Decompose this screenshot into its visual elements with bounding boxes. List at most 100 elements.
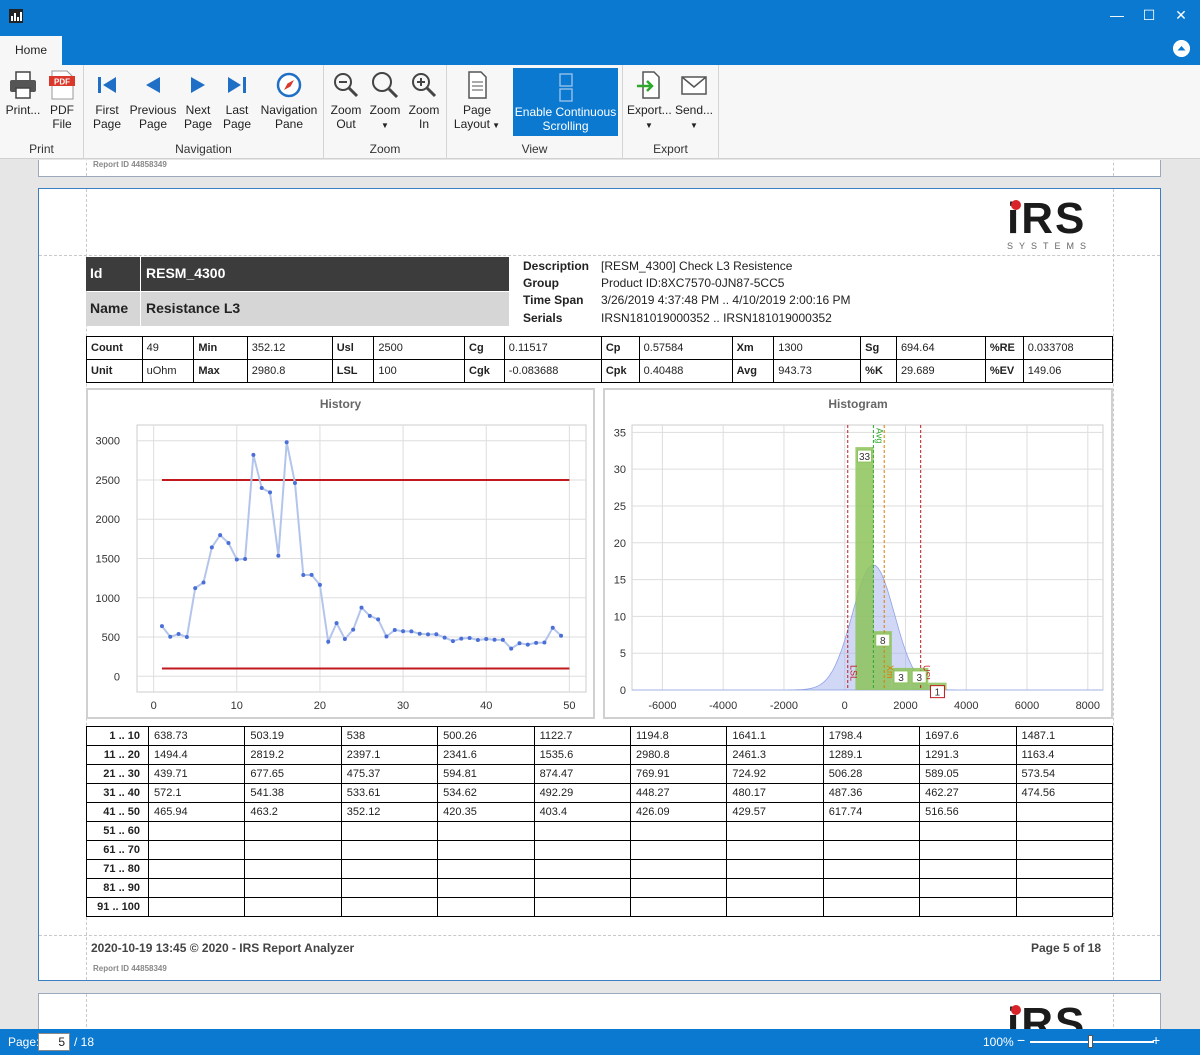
- measurement-cell: [629, 840, 728, 860]
- continuous-scrolling-button[interactable]: Enable Continuous Scrolling: [513, 68, 618, 136]
- measurement-cell: 594.81: [437, 764, 535, 784]
- next-page-button[interactable]: Next Page: [180, 69, 216, 131]
- zoom-slider-thumb[interactable]: [1088, 1035, 1093, 1048]
- print-group-label: Print: [29, 142, 54, 156]
- navigation-pane-label-2: Pane: [274, 117, 304, 131]
- measurement-cell: [822, 859, 921, 879]
- stat-key: %EV: [984, 359, 1024, 383]
- measurement-cell: [629, 897, 728, 917]
- history-data-point: [334, 621, 339, 626]
- zoom-minus-button[interactable]: −: [1017, 1032, 1025, 1048]
- history-data-point: [484, 637, 489, 642]
- irs-logo: iRS: [1007, 1002, 1117, 1030]
- measurement-cell: [919, 840, 1017, 860]
- export-group: Export... ▼ Send... ▼ Export: [623, 65, 719, 159]
- x-tick-label: -2000: [770, 700, 798, 712]
- page-layout-button[interactable]: Page Layout ▼: [453, 69, 501, 133]
- zoom-group-label: Zoom: [369, 142, 401, 156]
- measurement-cell: 638.73: [147, 726, 246, 746]
- logo-main-text: iRS: [1007, 194, 1087, 243]
- first-page-button[interactable]: First Page: [88, 69, 126, 131]
- stats-row: Count 49 Min 352.12 Usl 2500 Cg 0.11517 Cp 0.5758…: [86, 336, 1114, 360]
- history-data-point: [317, 582, 322, 587]
- row-range-label: 11 .. 20: [86, 745, 149, 765]
- navigation-pane-button[interactable]: Navigation Pane: [258, 69, 320, 131]
- measurement-cell: 475.37: [340, 764, 439, 784]
- id-value: RESM_4300: [141, 257, 509, 291]
- next-page-label-2: Page: [183, 117, 213, 131]
- group-key: Group: [523, 276, 559, 290]
- print-button[interactable]: Print...: [4, 69, 42, 117]
- zoom-dropdown-button[interactable]: Zoom ▼: [366, 69, 404, 133]
- measurement-cell: [340, 821, 439, 841]
- stat-value: 352.12: [246, 336, 333, 360]
- measurements-table: 1 .. 10 638.73 503.19 538 500.26 1122.7 1194.8…: [86, 726, 1114, 917]
- measurement-cell: [147, 821, 246, 841]
- history-data-point: [292, 481, 297, 486]
- history-data-point: [276, 553, 281, 558]
- export-icon: [637, 71, 660, 99]
- pdf-file-button[interactable]: PDF PDF File: [44, 69, 80, 131]
- table-row: 51 .. 60: [86, 821, 1114, 841]
- measurement-cell: 462.27: [919, 783, 1017, 803]
- document-viewer[interactable]: Report ID 44858349 iRS SYSTEMS Id RESM_4…: [0, 160, 1200, 1029]
- history-data-point: [534, 640, 539, 645]
- measurement-cell: 403.4: [533, 802, 631, 822]
- measurement-cell: [244, 821, 342, 841]
- stat-value: 29.689: [895, 359, 986, 383]
- measurement-cell: [340, 897, 439, 917]
- row-range-label: 51 .. 60: [86, 821, 149, 841]
- send-button[interactable]: Send... ▼: [673, 69, 715, 133]
- history-data-point: [434, 632, 439, 637]
- measurement-cell: [147, 878, 246, 898]
- measurement-cell: 533.61: [340, 783, 439, 803]
- ribbon: Print... PDF PDF File Print First Page P…: [0, 65, 1200, 159]
- measurement-cell: [822, 840, 921, 860]
- history-data-point: [351, 627, 356, 632]
- measurement-cell: 1535.6: [533, 745, 631, 765]
- measurement-cell: [919, 821, 1017, 841]
- previous-page-button[interactable]: Previous Page: [128, 69, 178, 131]
- measurement-cell: [244, 840, 342, 860]
- row-range-label: 41 .. 50: [86, 802, 149, 822]
- row-range-label: 1 .. 10: [86, 726, 149, 746]
- navigation-group-label: Navigation: [175, 142, 232, 156]
- measurement-cell: 448.27: [629, 783, 728, 803]
- stat-key: Cg: [464, 336, 505, 360]
- margin-guide: [1113, 189, 1114, 980]
- history-data-point: [426, 632, 431, 637]
- histogram-chart: 0 5 10 15 20 25 30 35 -6000 -4000 -2000 0 2000 4000 60…: [614, 424, 1104, 712]
- history-data-point: [159, 624, 164, 629]
- last-page-button[interactable]: Last Page: [220, 69, 254, 131]
- history-data-point: [475, 637, 480, 642]
- close-button[interactable]: ✕: [1158, 0, 1200, 32]
- printer-icon: [10, 71, 36, 99]
- zoom-in-button[interactable]: Zoom In: [406, 69, 442, 131]
- stat-key: Xm: [731, 336, 775, 360]
- measurement-cell: [437, 840, 535, 860]
- page-number-input[interactable]: [38, 1033, 70, 1051]
- history-data-point: [176, 632, 181, 637]
- x-tick-label: 40: [480, 700, 492, 712]
- history-data-point: [168, 634, 173, 639]
- next-page-label-1: Next: [185, 103, 211, 117]
- zoom-out-button[interactable]: Zoom Out: [328, 69, 364, 131]
- zoom-plus-button[interactable]: +: [1152, 1032, 1160, 1048]
- send-caret-icon: ▼: [690, 121, 698, 130]
- collapse-ribbon-icon[interactable]: [1173, 40, 1190, 57]
- stat-value: 0.40488: [638, 359, 733, 383]
- continuous-scrolling-label-2: Scrolling: [542, 119, 589, 133]
- previous-page-label-1: Previous: [129, 103, 177, 117]
- bar-count-label: 1: [935, 688, 941, 699]
- measurement-cell: 463.2: [244, 802, 342, 822]
- y-tick-label: 500: [102, 632, 120, 644]
- measurement-cell: 352.12: [340, 802, 439, 822]
- tab-home[interactable]: Home: [0, 36, 62, 65]
- measurement-cell: 1641.1: [726, 726, 824, 746]
- measurement-cell: [437, 821, 535, 841]
- history-data-point: [243, 556, 248, 561]
- name-value: Resistance L3: [141, 292, 509, 326]
- history-chart: 0 500 1000 1500 2000 2500 3000 0 10 20 30 40 50: [96, 424, 587, 712]
- export-button[interactable]: Export... ▼: [627, 69, 672, 133]
- y-tick-label: 3000: [96, 436, 120, 448]
